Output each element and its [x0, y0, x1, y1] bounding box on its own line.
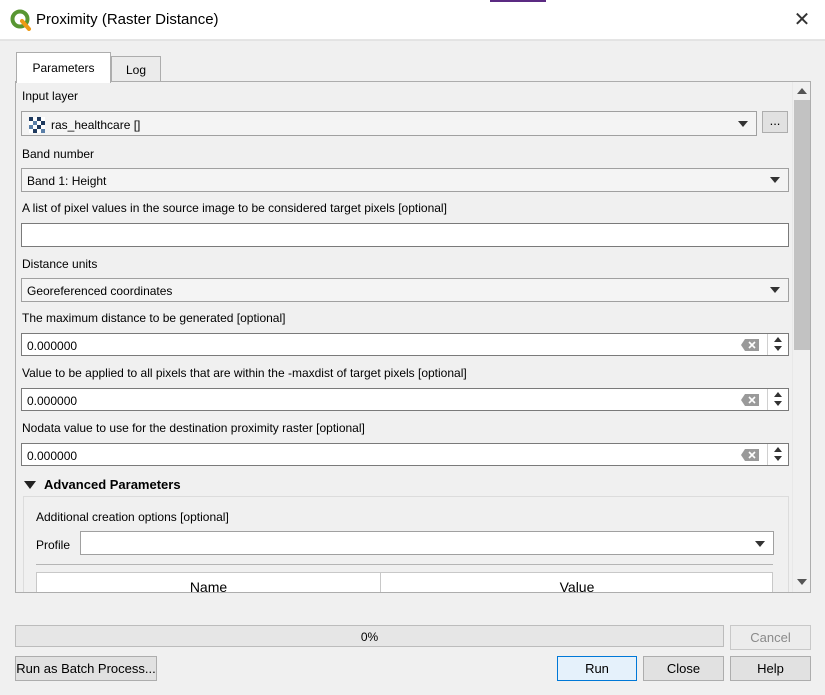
input-layer-combo[interactable]: ras_healthcare []: [21, 111, 757, 136]
scroll-up-icon[interactable]: [797, 88, 807, 94]
tab-parameters[interactable]: Parameters: [16, 52, 111, 83]
chevron-down-icon[interactable]: [774, 346, 782, 351]
window-title: Proximity (Raster Distance): [36, 11, 219, 28]
close-icon[interactable]: ✕: [790, 8, 814, 32]
spin-arrows[interactable]: [767, 444, 789, 465]
chevron-up-icon[interactable]: [774, 337, 782, 342]
cancel-button[interactable]: Cancel: [730, 625, 811, 650]
profile-label: Profile: [36, 538, 71, 552]
advanced-parameters-header[interactable]: Advanced Parameters: [44, 477, 181, 492]
parameters-panel: Input layer ras_healthcare [] ... Band n…: [15, 81, 811, 593]
distance-units-label: Distance units: [22, 257, 98, 271]
options-table-header: Name Value: [36, 572, 773, 592]
target-pixels-label: A list of pixel values in the source ima…: [22, 201, 447, 215]
replace-value-value: 0.000000: [27, 394, 78, 408]
nodata-value: 0.000000: [27, 449, 78, 463]
qgis-logo-icon: [10, 9, 32, 31]
chevron-down-icon[interactable]: [774, 456, 782, 461]
creation-options-label: Additional creation options [optional]: [36, 510, 229, 524]
band-number-value: Band 1: Height: [27, 174, 107, 188]
distance-units-value: Georeferenced coordinates: [27, 284, 173, 298]
help-button[interactable]: Help: [730, 656, 811, 681]
collapse-triangle-icon[interactable]: [24, 481, 36, 489]
vertical-scrollbar[interactable]: [792, 82, 810, 592]
clear-field-icon[interactable]: [741, 339, 759, 351]
browse-layer-button[interactable]: ...: [762, 111, 788, 133]
spin-arrows[interactable]: [767, 389, 789, 410]
max-distance-spinbox[interactable]: 0.000000: [21, 333, 789, 356]
replace-value-spinbox[interactable]: 0.000000: [21, 388, 789, 411]
run-batch-button[interactable]: Run as Batch Process...: [15, 656, 157, 681]
nodata-label: Nodata value to use for the destination …: [22, 421, 365, 435]
accent-strip: [490, 0, 546, 2]
column-header-name[interactable]: Name: [37, 579, 380, 592]
chevron-down-icon: [755, 541, 765, 547]
title-divider: [0, 40, 825, 41]
close-button[interactable]: Close: [643, 656, 724, 681]
column-header-value[interactable]: Value: [381, 579, 773, 592]
chevron-down-icon[interactable]: [774, 401, 782, 406]
max-distance-label: The maximum distance to be generated [op…: [22, 311, 286, 325]
input-layer-label: Input layer: [22, 89, 79, 103]
distance-units-combo[interactable]: Georeferenced coordinates: [21, 278, 789, 302]
chevron-down-icon: [770, 287, 780, 293]
chevron-up-icon[interactable]: [774, 392, 782, 397]
max-distance-value: 0.000000: [27, 339, 78, 353]
nodata-spinbox[interactable]: 0.000000: [21, 443, 789, 466]
chevron-down-icon: [770, 177, 780, 183]
profile-combo[interactable]: [80, 531, 774, 555]
run-button[interactable]: Run: [557, 656, 637, 681]
chevron-up-icon[interactable]: [774, 447, 782, 452]
progress-text: 0%: [360, 630, 379, 644]
band-number-label: Band number: [22, 147, 95, 161]
chevron-down-icon: [738, 121, 748, 127]
clear-field-icon[interactable]: [741, 449, 759, 461]
progress-bar: 0%: [15, 625, 724, 647]
separator: [36, 564, 773, 565]
target-pixels-input[interactable]: [21, 223, 789, 247]
raster-layer-icon: [29, 117, 45, 133]
scroll-down-icon[interactable]: [797, 579, 807, 585]
replace-value-label: Value to be applied to all pixels that a…: [22, 366, 467, 380]
input-layer-value: ras_healthcare []: [51, 118, 141, 132]
scroll-thumb[interactable]: [794, 100, 810, 350]
band-number-combo[interactable]: Band 1: Height: [21, 168, 789, 192]
tab-log[interactable]: Log: [111, 56, 161, 82]
spin-arrows[interactable]: [767, 334, 789, 355]
clear-field-icon[interactable]: [741, 394, 759, 406]
